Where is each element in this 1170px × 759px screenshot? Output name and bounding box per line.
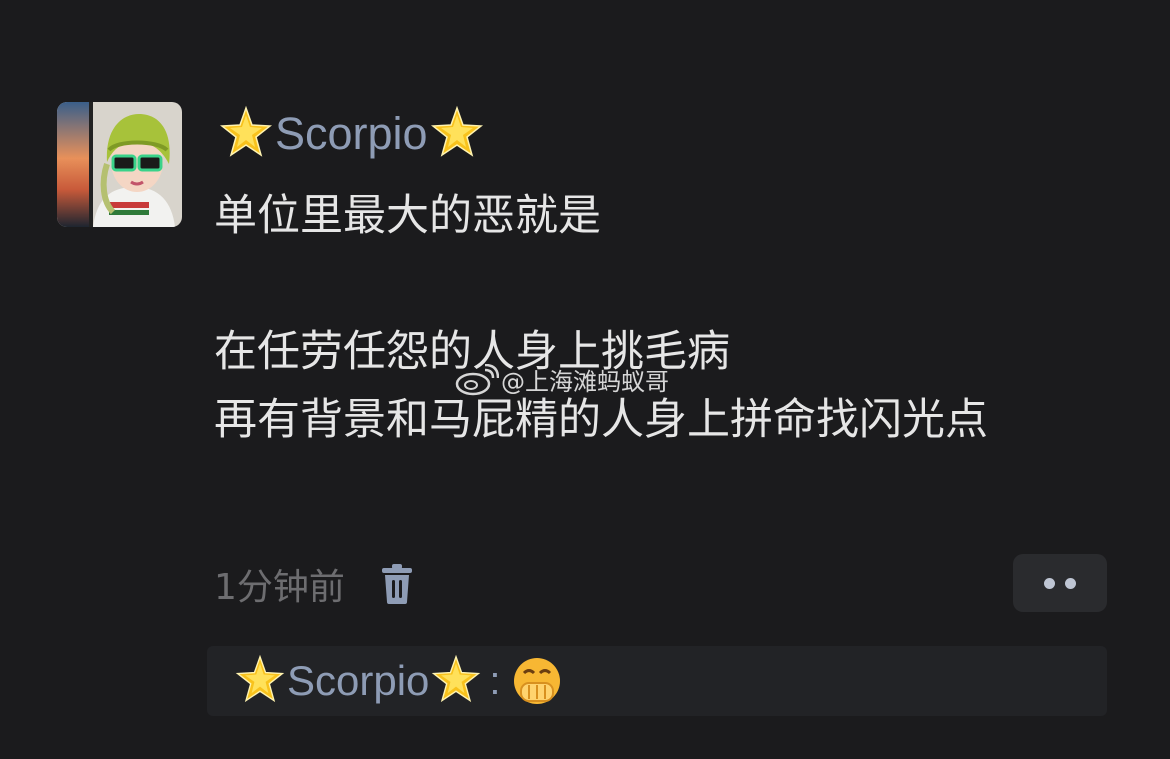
glowing-star-icon: [428, 105, 486, 163]
glowing-star-icon: [233, 654, 287, 708]
post-author[interactable]: Scorpio: [217, 100, 486, 168]
post-meta: 1分钟前: [214, 556, 413, 612]
watermark-text: @上海滩蚂蚁哥: [501, 368, 669, 396]
more-dots-icon: [1065, 577, 1076, 589]
glowing-star-icon: [429, 654, 483, 708]
comment-author[interactable]: Scorpio: [233, 654, 483, 708]
trash-icon[interactable]: [381, 564, 413, 604]
comment-author-name: Scorpio: [287, 657, 430, 704]
hand-over-mouth-emoji-icon: [513, 658, 560, 704]
more-dots-icon: [1044, 577, 1055, 589]
post-author-name: Scorpio: [275, 108, 428, 159]
glowing-star-icon: [217, 105, 275, 163]
watermark: @上海滩蚂蚁哥: [455, 362, 669, 397]
avatar-image: [57, 102, 182, 227]
comment-separator: :: [489, 658, 501, 703]
weibo-icon: [455, 363, 499, 395]
more-button[interactable]: [1013, 554, 1107, 612]
comment-item[interactable]: Scorpio :: [207, 646, 1107, 716]
avatar[interactable]: [57, 102, 182, 227]
post-timestamp: 1分钟前: [214, 567, 345, 608]
post-text: 单位里最大的恶就是 在任劳任怨的人身上挑毛病 再有背景和马屁精的人身上拼命找闪光…: [214, 191, 988, 445]
